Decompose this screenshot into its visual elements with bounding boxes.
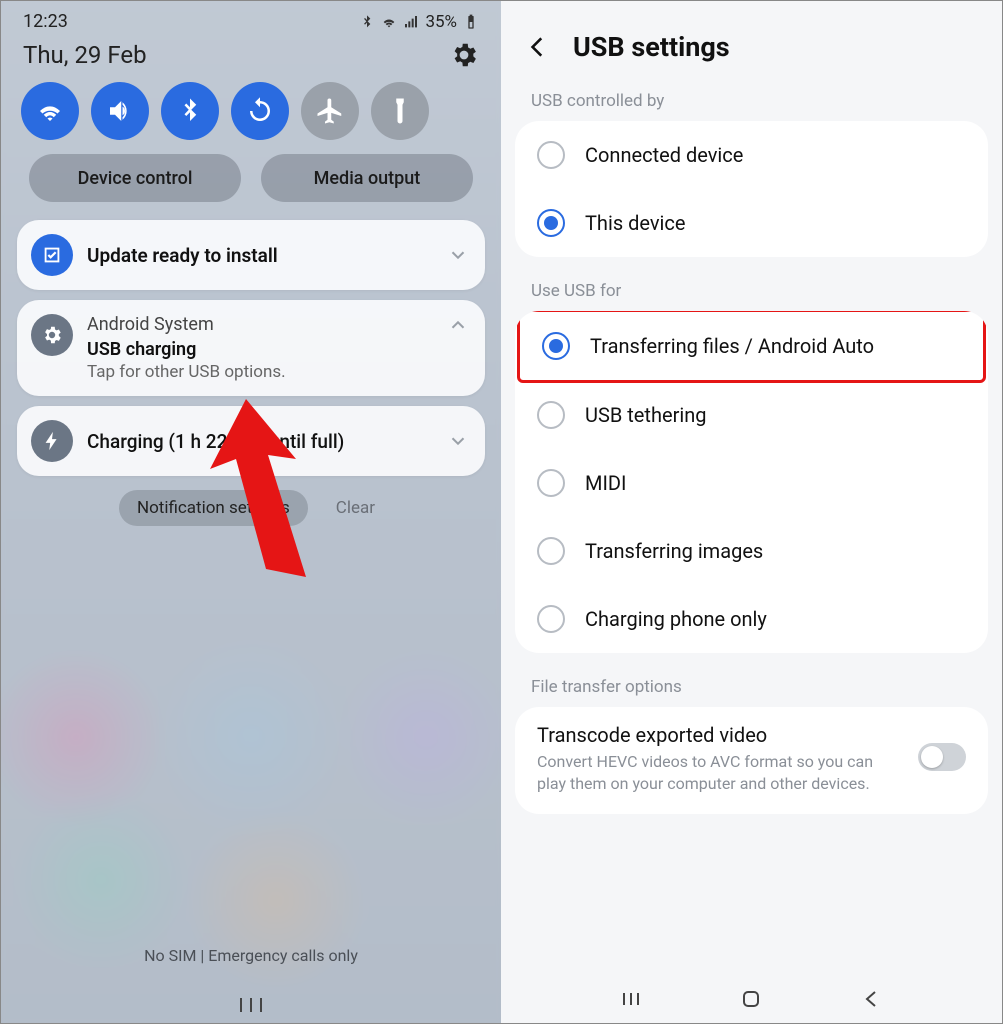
option-transcode[interactable]: Transcode exported video Convert HEVC vi… bbox=[515, 707, 988, 814]
option-usb-tethering[interactable]: USB tethering bbox=[515, 381, 988, 449]
option-label: This device bbox=[585, 211, 685, 235]
status-bar: 12:23 35% bbox=[1, 1, 501, 32]
notification-update[interactable]: Update ready to install bbox=[17, 220, 485, 290]
option-label: Connected device bbox=[585, 143, 743, 167]
signal-icon bbox=[403, 14, 419, 30]
radio-icon bbox=[537, 537, 565, 565]
clear-button[interactable]: Clear bbox=[328, 490, 383, 526]
media-output-button[interactable]: Media output bbox=[261, 154, 473, 202]
section-label: File transfer options bbox=[501, 673, 1002, 707]
radio-icon bbox=[537, 209, 565, 237]
notification-shade: 12:23 35% Thu, 29 Feb Device control Med… bbox=[1, 1, 501, 1023]
sim-status: No SIM | Emergency calls only bbox=[1, 946, 501, 965]
file-transfer-group: Transcode exported video Convert HEVC vi… bbox=[515, 707, 988, 814]
device-control-button[interactable]: Device control bbox=[29, 154, 241, 202]
gear-icon bbox=[31, 314, 73, 356]
lightning-icon bbox=[31, 420, 73, 462]
option-title: Transcode exported video bbox=[537, 723, 904, 747]
nav-bar bbox=[501, 985, 1002, 1013]
switch-toggle[interactable] bbox=[918, 743, 966, 771]
check-icon bbox=[31, 234, 73, 276]
option-label: Charging phone only bbox=[585, 607, 767, 631]
section-label: Use USB for bbox=[501, 277, 1002, 311]
option-charge-only[interactable]: Charging phone only bbox=[515, 585, 988, 653]
qs-wifi[interactable] bbox=[21, 82, 79, 140]
option-this-device[interactable]: This device bbox=[515, 189, 988, 257]
battery-label: 35% bbox=[425, 12, 457, 32]
back-icon[interactable] bbox=[525, 34, 551, 60]
settings-gear-icon[interactable] bbox=[449, 40, 479, 70]
airplane-icon bbox=[315, 96, 345, 126]
option-label: Transferring images bbox=[585, 539, 763, 563]
rotate-icon bbox=[245, 96, 275, 126]
notification-subtitle: Tap for other USB options. bbox=[87, 362, 433, 382]
option-midi[interactable]: MIDI bbox=[515, 449, 988, 517]
option-label: USB tethering bbox=[585, 403, 707, 427]
notification-title: Update ready to install bbox=[87, 244, 433, 267]
page-title: USB settings bbox=[573, 31, 730, 63]
quick-settings-row bbox=[1, 82, 501, 154]
flashlight-icon bbox=[385, 96, 415, 126]
notification-settings-button[interactable]: Notification settings bbox=[119, 490, 308, 526]
qs-airplane[interactable] bbox=[301, 82, 359, 140]
radio-icon bbox=[537, 141, 565, 169]
qs-sound[interactable] bbox=[91, 82, 149, 140]
notification-app: Android System bbox=[87, 314, 433, 335]
nav-recent-icon[interactable] bbox=[617, 985, 645, 1013]
option-connected-device[interactable]: Connected device bbox=[515, 121, 988, 189]
chevron-up-icon[interactable] bbox=[447, 314, 469, 336]
radio-icon bbox=[537, 469, 565, 497]
usb-controlled-group: Connected device This device bbox=[515, 121, 988, 257]
radio-icon bbox=[537, 605, 565, 633]
sound-icon bbox=[105, 96, 135, 126]
bluetooth-icon bbox=[359, 14, 375, 30]
battery-icon bbox=[463, 14, 479, 30]
shade-date: Thu, 29 Feb bbox=[23, 41, 147, 69]
option-subtitle: Convert HEVC videos to AVC format so you… bbox=[537, 751, 904, 794]
notification-title: USB charging bbox=[87, 339, 433, 360]
qs-bluetooth[interactable] bbox=[161, 82, 219, 140]
notification-usb[interactable]: Android System USB charging Tap for othe… bbox=[17, 300, 485, 396]
option-transfer-images[interactable]: Transferring images bbox=[515, 517, 988, 585]
notification-title: Charging (1 h 22 min until full) bbox=[87, 430, 433, 453]
radio-icon bbox=[537, 401, 565, 429]
option-label: MIDI bbox=[585, 471, 626, 495]
option-transfer-files[interactable]: Transferring files / Android Auto bbox=[520, 312, 983, 380]
nav-home-icon[interactable] bbox=[737, 985, 765, 1013]
use-usb-for-group: Transferring files / Android Auto USB te… bbox=[515, 311, 988, 653]
section-label: USB controlled by bbox=[501, 87, 1002, 121]
notification-charging[interactable]: Charging (1 h 22 min until full) bbox=[17, 406, 485, 476]
qs-flashlight[interactable] bbox=[371, 82, 429, 140]
wifi-icon bbox=[35, 96, 65, 126]
bluetooth-icon bbox=[175, 96, 205, 126]
nav-recent-icon[interactable] bbox=[237, 995, 265, 1015]
status-time: 12:23 bbox=[23, 11, 68, 32]
radio-icon bbox=[542, 332, 570, 360]
nav-bar bbox=[1, 995, 501, 1015]
option-label: Transferring files / Android Auto bbox=[590, 334, 874, 358]
chevron-down-icon[interactable] bbox=[447, 244, 469, 266]
chevron-down-icon[interactable] bbox=[447, 430, 469, 452]
usb-settings-screen: USB settings USB controlled by Connected… bbox=[501, 1, 1002, 1023]
nav-back-icon[interactable] bbox=[858, 985, 886, 1013]
qs-rotate[interactable] bbox=[231, 82, 289, 140]
wifi-icon bbox=[381, 14, 397, 30]
status-right: 35% bbox=[359, 12, 479, 32]
